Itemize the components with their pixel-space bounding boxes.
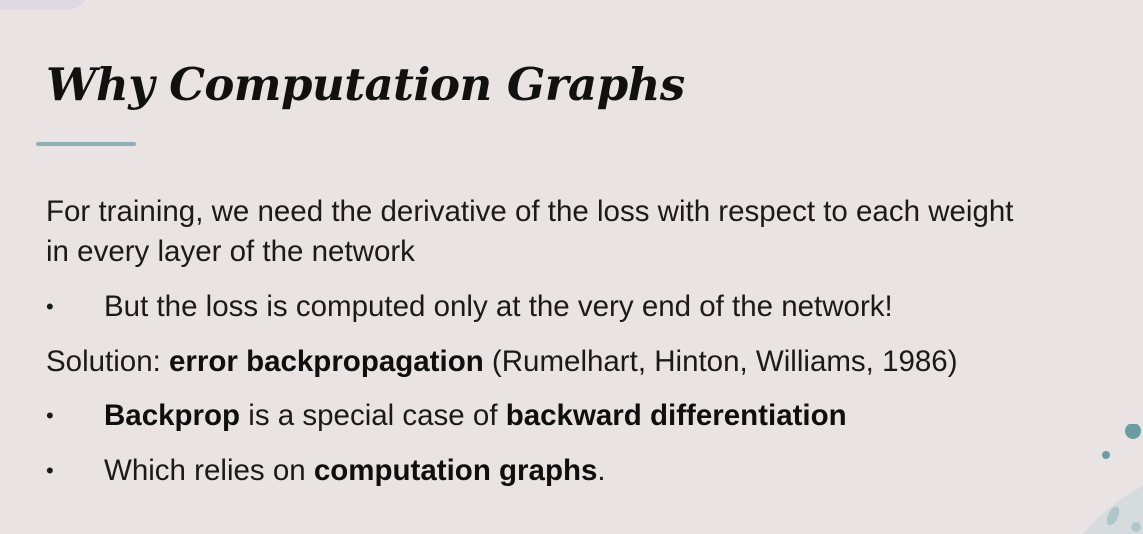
title-underline (36, 142, 136, 146)
intro-paragraph: For training, we need the derivative of … (46, 192, 1013, 272)
bullet-marker: • (46, 294, 54, 319)
bullet-term-graphs: computation graphs (313, 454, 598, 487)
solution-term: error backpropagation (169, 345, 484, 378)
bullet-computation-graphs: • Which relies on computation graphs. (46, 451, 606, 491)
intro-line-1: For training, we need the derivative of … (46, 195, 1014, 228)
solution-prefix: Solution: (46, 345, 169, 378)
corner-decoration (0, 0, 90, 10)
solution-citation: (Rumelhart, Hinton, Williams, 1986) (483, 345, 958, 378)
bullet-text-prefix: Which relies on (104, 454, 314, 487)
bullet-marker: • (46, 403, 54, 428)
bullet-marker: • (46, 458, 54, 483)
bullet-text-suffix: . (597, 454, 606, 487)
intro-line-2: in every layer of the network (46, 235, 415, 268)
bullet-backprop: • Backprop is a special case of backward … (46, 396, 847, 436)
solution-line: Solution: error backpropagation (Rumelha… (46, 342, 958, 382)
decorative-dots (1083, 424, 1143, 534)
bullet-text-mid: is a special case of (240, 399, 506, 432)
bullet-loss-at-end: • But the loss is computed only at the ve… (46, 287, 893, 327)
bullet-term-backprop: Backprop (104, 399, 241, 432)
bullet-text: But the loss is computed only at the ver… (104, 290, 893, 323)
bullet-term-backward-diff: backward differentiation (505, 399, 847, 432)
slide-title: Why Computation Graphs (46, 58, 685, 111)
